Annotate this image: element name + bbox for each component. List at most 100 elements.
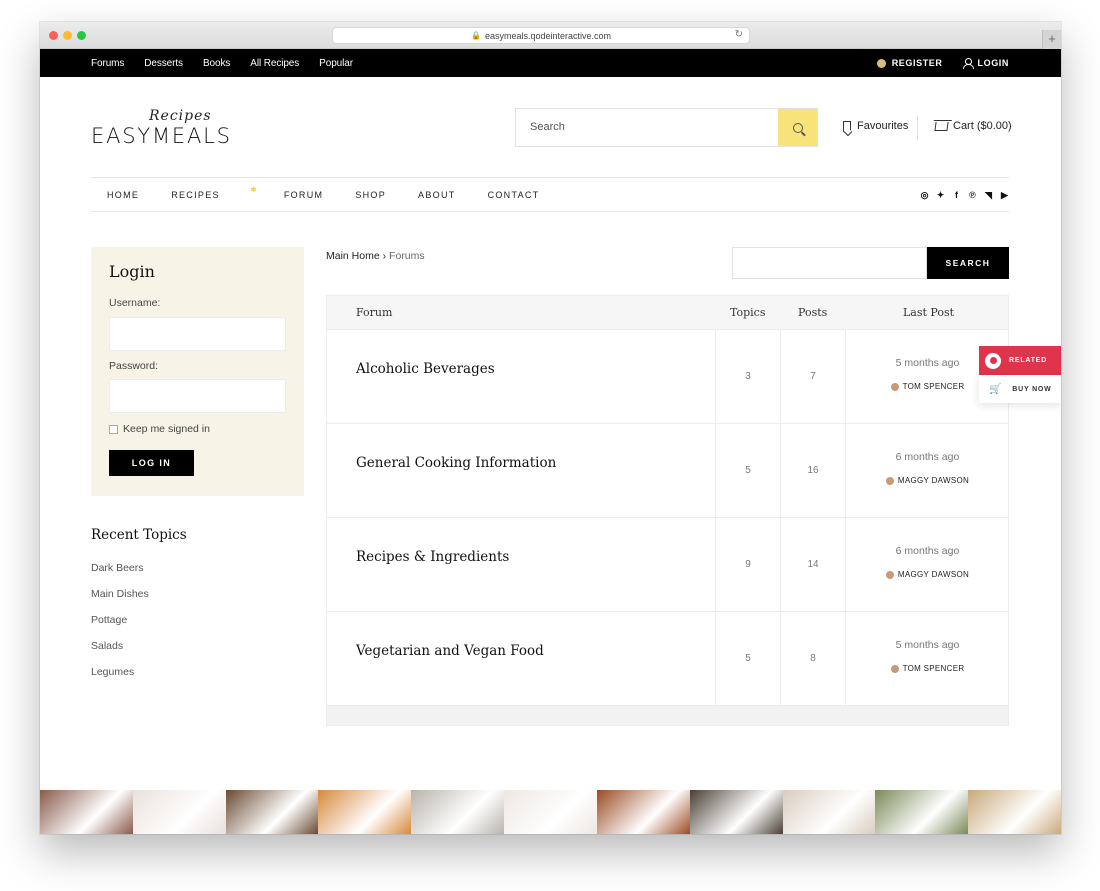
header-divider: [917, 116, 918, 140]
pinterest-icon[interactable]: ℗: [968, 190, 977, 200]
last-post-time[interactable]: 6 months ago: [846, 545, 1009, 557]
related-button[interactable]: RELATED: [979, 346, 1061, 375]
screenshot-stage: 🔒 easymeals.qodeinteractive.com ↻ + Foru…: [0, 0, 1100, 891]
browser-chrome: 🔒 easymeals.qodeinteractive.com ↻ +: [40, 22, 1061, 49]
author-name: MAGGY DAWSON: [897, 570, 970, 579]
food-photo[interactable]: [132, 790, 226, 834]
minimize-window-button[interactable]: [63, 31, 72, 40]
top-link-all-recipes[interactable]: All Recipes: [250, 58, 299, 69]
close-window-button[interactable]: [49, 31, 58, 40]
last-post-author[interactable]: MAGGY DAWSON: [846, 570, 1009, 579]
breadcrumb-home[interactable]: Main Home: [326, 250, 380, 262]
new-tab-button[interactable]: +: [1042, 30, 1061, 49]
recent-topic-item[interactable]: Main Dishes: [91, 588, 187, 614]
last-post-author[interactable]: MAGGY DAWSON: [846, 476, 1009, 485]
forum-search-button[interactable]: SEARCH: [927, 247, 1009, 279]
search-input[interactable]: Search: [516, 109, 778, 146]
nav-item-home[interactable]: HOME: [107, 190, 139, 200]
nav-item-recipes[interactable]: RECIPES ✱: [171, 187, 256, 200]
nav-item-shop[interactable]: SHOP: [355, 190, 386, 200]
table-header: Forum Topics Posts Last Post: [327, 296, 1008, 329]
header-topics: Topics: [730, 306, 766, 319]
cart-label: Cart ($0.00): [953, 120, 1012, 132]
last-post-time[interactable]: 6 months ago: [846, 451, 1009, 463]
recent-topic-item[interactable]: Dark Beers: [91, 562, 187, 588]
top-link-forums[interactable]: Forums: [91, 58, 124, 69]
search-button[interactable]: [778, 109, 817, 146]
keep-signed-in[interactable]: Keep me signed in: [109, 423, 210, 435]
logo-script: Recipes: [149, 108, 212, 124]
zoom-window-button[interactable]: [77, 31, 86, 40]
food-photo[interactable]: [318, 790, 412, 834]
header-search: Search: [515, 108, 818, 147]
login-link[interactable]: LOGIN: [962, 58, 1010, 69]
youtube-icon[interactable]: ▶: [1000, 190, 1009, 201]
food-photo[interactable]: [689, 790, 783, 834]
food-photo[interactable]: [875, 790, 969, 834]
nav-item-about[interactable]: ABOUT: [418, 190, 456, 200]
buy-now-button[interactable]: 🛒 BUY NOW: [979, 375, 1061, 403]
password-field[interactable]: [109, 379, 286, 413]
instagram-icon[interactable]: ◎: [920, 190, 929, 201]
food-photo[interactable]: [504, 790, 597, 834]
forum-title[interactable]: Recipes & Ingredients: [356, 549, 509, 565]
food-photo[interactable]: [411, 790, 505, 834]
username-field[interactable]: [109, 317, 286, 351]
forum-title[interactable]: General Cooking Information: [356, 455, 556, 471]
recent-topic-item[interactable]: Legumes: [91, 666, 187, 692]
table-row: General Cooking Information 5 16 6 month…: [327, 423, 1009, 518]
recent-topics-list: Dark Beers Main Dishes Pottage Salads Le…: [91, 562, 187, 692]
bookmark-icon: [843, 120, 851, 132]
top-bar: Forums Desserts Books All Recipes Popula…: [40, 49, 1061, 77]
recent-topic-item[interactable]: Salads: [91, 640, 187, 666]
nav-menu: HOME RECIPES ✱ FORUM SHOP ABOUT CONTACT: [107, 178, 572, 212]
favourites-link[interactable]: Favourites: [843, 120, 908, 132]
cart-link[interactable]: Cart ($0.00): [934, 120, 1012, 132]
facebook-icon[interactable]: f: [952, 190, 961, 200]
last-post-time[interactable]: 5 months ago: [846, 639, 1009, 651]
register-link[interactable]: REGISTER: [876, 58, 943, 68]
top-link-books[interactable]: Books: [203, 58, 230, 69]
recent-topic-item[interactable]: Pottage: [91, 614, 187, 640]
breadcrumb-current: Forums: [389, 250, 425, 262]
posts-count: 8: [810, 653, 816, 664]
login-title: Login: [109, 262, 155, 281]
column-divider: [845, 330, 846, 424]
posts-count: 14: [807, 559, 819, 570]
top-link-desserts[interactable]: Desserts: [144, 58, 183, 69]
address-bar[interactable]: 🔒 easymeals.qodeinteractive.com ↻: [332, 27, 750, 44]
twitter-icon[interactable]: ✦: [936, 190, 945, 201]
nav-item-contact[interactable]: CONTACT: [488, 190, 540, 200]
reload-icon[interactable]: ↻: [735, 29, 743, 40]
header-posts: Posts: [798, 306, 828, 319]
breadcrumb-separator: ›: [382, 250, 387, 262]
food-photo[interactable]: [968, 790, 1061, 834]
header-last-post: Last Post: [903, 306, 955, 319]
buy-now-label: BUY NOW: [1012, 385, 1052, 393]
target-icon: [985, 352, 1001, 369]
top-link-popular[interactable]: Popular: [319, 58, 353, 69]
keep-signed-in-checkbox[interactable]: [109, 424, 118, 434]
login-widget: Login Username: Password: Keep me signed…: [91, 247, 304, 496]
account-links: REGISTER LOGIN: [876, 49, 1010, 77]
nav-item-recipes-label: RECIPES: [171, 190, 220, 200]
food-photo[interactable]: [596, 790, 690, 834]
column-divider: [845, 518, 846, 612]
table-row: Recipes & Ingredients 9 14 6 months ago …: [327, 517, 1009, 612]
food-photo[interactable]: [782, 790, 876, 834]
topics-count: 3: [745, 371, 751, 382]
last-post-author[interactable]: TOM SPENCER: [846, 664, 1009, 673]
rss-icon[interactable]: ◥: [984, 190, 993, 201]
food-photo[interactable]: [40, 790, 133, 834]
register-label: REGISTER: [891, 58, 943, 68]
forum-title[interactable]: Vegetarian and Vegan Food: [356, 643, 544, 659]
username-label: Username:: [109, 297, 161, 309]
forum-title[interactable]: Alcoholic Beverages: [356, 361, 495, 377]
breadcrumb: Main Home › Forums: [326, 250, 425, 262]
column-divider: [845, 424, 846, 518]
food-photo[interactable]: [225, 790, 319, 834]
main-nav: HOME RECIPES ✱ FORUM SHOP ABOUT CONTACT ◎…: [91, 177, 1009, 212]
nav-item-forum[interactable]: FORUM: [284, 190, 324, 200]
login-button[interactable]: LOG IN: [109, 450, 194, 476]
forum-search-input[interactable]: [732, 247, 927, 279]
